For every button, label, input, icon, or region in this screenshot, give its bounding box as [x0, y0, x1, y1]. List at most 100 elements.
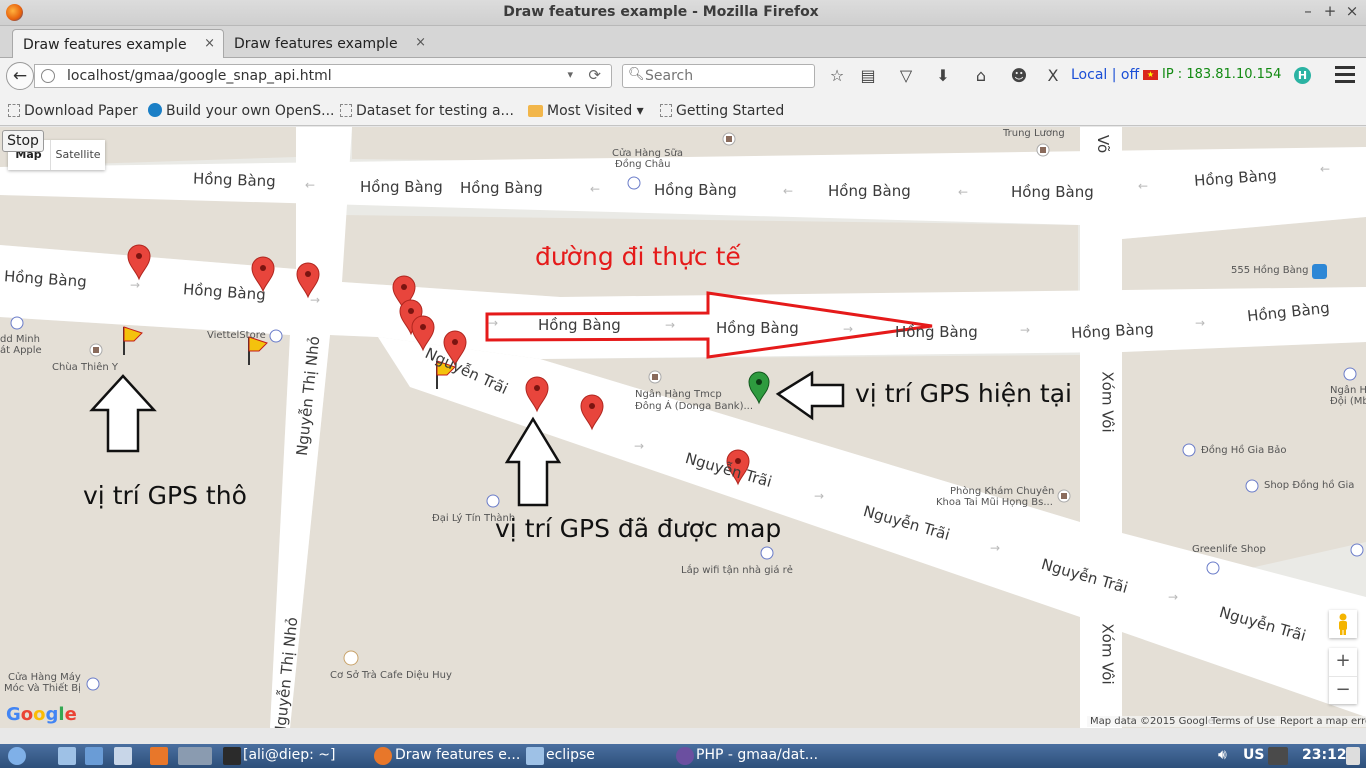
bookmark-most-visited[interactable]: Most Visited ▾ — [528, 103, 644, 119]
x-extension-icon[interactable]: X — [1043, 66, 1063, 86]
svg-text:→: → — [665, 318, 675, 332]
poi-label: Lắp wifi tận nhà giá rẻ — [681, 565, 793, 576]
search-bar[interactable]: 🔍︎ — [622, 64, 815, 88]
annotation-mapped-gps: vị trí GPS đã được map — [495, 514, 782, 543]
poi-label: dd Minh — [0, 334, 40, 345]
extension-h-icon[interactable]: H — [1294, 67, 1311, 84]
map-canvas: ← ← ← ← ← ← → → → → → → → → → → → — [0, 127, 1366, 728]
zoom-out-button[interactable]: − — [1329, 677, 1357, 705]
back-button[interactable]: ← — [6, 62, 34, 90]
close-window-button[interactable]: × — [1342, 2, 1362, 20]
poi-label: ViettelStore — [207, 330, 266, 341]
svg-text:→: → — [990, 541, 1000, 555]
map-type-satellite-button[interactable]: Satellite — [50, 140, 105, 170]
page-icon — [340, 104, 352, 117]
stop-button[interactable]: Stop — [2, 130, 44, 152]
svg-text:→: → — [843, 322, 853, 336]
svg-text:→: → — [310, 293, 320, 307]
bookmark-label: Dataset for testing a... — [356, 103, 514, 119]
poi-label: 555 Hồng Bàng — [1231, 265, 1309, 276]
eclipse-php-icon — [676, 747, 694, 765]
poi-label: Khoa Tai Mũi Họng Bs... — [936, 497, 1053, 508]
svg-text:←: ← — [305, 178, 315, 192]
bookmark-getting-started[interactable]: Getting Started — [660, 103, 784, 119]
street-label-hong-bang: Hồng Bàng — [460, 179, 543, 197]
url-bar[interactable]: localhost/gmaa/google_snap_api.html ▾ ⟳ — [34, 64, 612, 88]
tab-draw-features-1[interactable]: Draw features example × — [12, 29, 224, 58]
street-label-hong-bang: Hồng Bàng — [538, 316, 621, 334]
downloads-icon[interactable]: ⬇ — [933, 66, 953, 86]
poi-label: Cửa Hàng Sữa — [612, 148, 683, 159]
bookmark-build-opens[interactable]: Build your own OpenS... — [148, 103, 335, 119]
svg-text:→: → — [814, 489, 824, 503]
firefox-icon — [374, 747, 392, 765]
poi-label: Phòng Khám Chuyên — [950, 486, 1055, 497]
poi-label: Đồng Hồ Gia Bảo — [1201, 445, 1287, 456]
poi-label: Ngân H — [1330, 385, 1366, 396]
workspace-switcher[interactable] — [178, 747, 212, 765]
minimize-button[interactable]: – — [1298, 2, 1318, 20]
workspace-icon[interactable] — [85, 747, 103, 765]
bookmark-label: Most Visited ▾ — [547, 103, 644, 119]
file-manager-icon[interactable] — [58, 747, 76, 765]
svg-text:→: → — [1168, 590, 1178, 604]
reload-icon[interactable]: ⟳ — [588, 66, 601, 84]
svg-text:→: → — [634, 439, 644, 453]
report-map-error-link[interactable]: Report a map error — [1277, 716, 1366, 727]
start-menu-icon[interactable] — [8, 747, 26, 765]
page-icon — [660, 104, 672, 117]
bookmark-label: Download Paper — [24, 103, 138, 119]
battery-icon[interactable] — [1268, 747, 1288, 765]
url-text[interactable]: localhost/gmaa/google_snap_api.html — [67, 68, 332, 84]
volume-icon[interactable]: 🔊︎ — [1218, 747, 1227, 767]
keyboard-layout[interactable]: US — [1243, 747, 1264, 767]
taskbar-firefox[interactable]: Draw features e... — [395, 747, 520, 767]
taskbar-eclipse[interactable]: eclipse — [546, 747, 595, 767]
search-input[interactable] — [645, 67, 805, 85]
bookmarks-bar: Download Paper Build your own OpenS... D… — [0, 94, 1366, 126]
clock[interactable]: 23:12 — [1302, 747, 1347, 767]
svg-text:←: ← — [958, 185, 968, 199]
poi-label: Trung Lương — [1003, 128, 1065, 139]
folder-icon — [528, 105, 543, 117]
pegman-icon[interactable] — [1329, 610, 1357, 638]
poi-label: Shop Đồng hồ Gia — [1264, 480, 1355, 491]
street-label-hong-bang: Hồng Bàng — [192, 169, 277, 191]
maximize-button[interactable]: + — [1320, 2, 1340, 20]
local-status[interactable]: Local | off — [1071, 67, 1139, 83]
poi-label: Cửa Hàng Máy — [8, 672, 81, 683]
home-icon[interactable]: ⌂ — [971, 66, 991, 86]
firefox-launcher-icon[interactable] — [150, 747, 168, 765]
ip-address: IP : 183.81.10.154 — [1162, 67, 1282, 82]
street-label-vo: Võ — [1094, 134, 1113, 154]
taskbar-php[interactable]: PHP - gmaa/dat... — [696, 747, 818, 767]
reading-list-icon[interactable]: ▤ — [858, 66, 878, 86]
zoom-in-button[interactable]: + — [1329, 648, 1357, 676]
tab-label: Draw features example — [234, 36, 398, 52]
pocket-icon[interactable]: ▽ — [896, 66, 916, 86]
google-map[interactable]: ← ← ← ← ← ← → → → → → → → → → → → Hồng B… — [0, 127, 1366, 728]
street-label-hong-bang: Hồng Bàng — [360, 178, 443, 196]
show-desktop-icon[interactable] — [1346, 747, 1360, 765]
window-titlebar: Draw features example - Mozilla Firefox … — [0, 0, 1366, 26]
chat-icon[interactable]: ☻ — [1009, 66, 1029, 86]
street-label-hong-bang: Hồng Bàng — [1011, 183, 1094, 201]
poi-label: Chùa Thiên Y — [52, 362, 118, 373]
tab-draw-features-2[interactable]: Draw features example × — [224, 29, 434, 58]
tab-close-icon[interactable]: × — [415, 35, 426, 50]
bookmark-dataset[interactable]: Dataset for testing a... — [340, 103, 514, 119]
menu-icon[interactable] — [1335, 66, 1355, 84]
bookmark-star-icon[interactable]: ☆ — [827, 66, 847, 86]
poi-label: Ngân Hàng Tmcp — [635, 389, 722, 400]
url-history-dropdown-icon[interactable]: ▾ — [567, 68, 573, 81]
google-logo[interactable]: Google — [6, 704, 77, 725]
terms-of-use-link[interactable]: Terms of Use — [1208, 716, 1279, 727]
page-icon — [8, 104, 20, 117]
annotation-real-road: đường đi thực tế — [535, 242, 741, 271]
bookmark-download-paper[interactable]: Download Paper — [8, 103, 138, 119]
taskbar-terminal[interactable]: [ali@diep: ~] — [243, 747, 335, 767]
tab-close-icon[interactable]: × — [204, 36, 215, 51]
vietnam-flag-icon: ★ — [1143, 70, 1158, 80]
tab-bar: Draw features example × Draw features ex… — [0, 26, 1366, 77]
window-icon[interactable] — [114, 747, 132, 765]
